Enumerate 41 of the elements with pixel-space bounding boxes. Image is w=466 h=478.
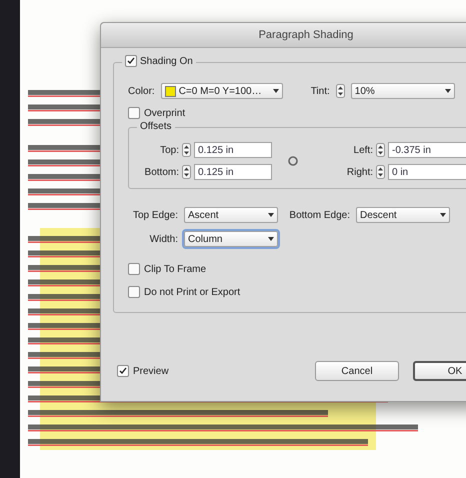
checkbox[interactable] — [128, 107, 140, 119]
width-dropdown[interactable]: Column — [184, 231, 278, 247]
checkbox-label: Do not Print or Export — [144, 286, 240, 298]
field-label: Width: — [148, 234, 178, 244]
bottom-edge-dropdown[interactable]: Descent — [356, 207, 450, 223]
checkbox-label: Shading On — [140, 56, 193, 66]
tint-dropdown[interactable]: 10% — [350, 83, 455, 99]
field-label: Color: — [128, 86, 155, 96]
group-title: Offsets — [137, 121, 174, 132]
field-label: Left: — [352, 144, 373, 156]
window-title: Paragraph Shading — [101, 23, 466, 48]
color-dropdown[interactable]: C=0 M=0 Y=100… — [160, 83, 283, 99]
caret-icon — [272, 89, 279, 93]
stepper-icon[interactable] — [182, 165, 191, 179]
stepper-icon[interactable] — [336, 84, 345, 98]
field-label: Top Edge: — [132, 210, 178, 220]
field-label: Top: — [159, 144, 179, 156]
ok-button[interactable]: OK — [413, 361, 466, 381]
top-edge-dropdown[interactable]: Ascent — [184, 207, 278, 223]
checkbox-label: Clip To Frame — [144, 264, 206, 274]
field-label: Bottom Edge: — [288, 210, 350, 220]
checkbox-label: Overprint — [144, 108, 186, 118]
field-label: Tint: — [310, 86, 330, 96]
offset-field[interactable]: -0.375 in — [388, 142, 466, 158]
offset-field[interactable]: 0.125 in — [194, 164, 272, 180]
offset-field[interactable]: 0.125 in — [194, 142, 272, 158]
field-label: Right: — [346, 166, 373, 178]
checkbox-label: Preview — [133, 366, 169, 376]
cancel-button[interactable]: Cancel — [315, 361, 399, 381]
stepper-icon[interactable] — [182, 143, 191, 157]
stepper-icon[interactable] — [376, 143, 385, 157]
offset-field[interactable]: 0 in — [388, 164, 466, 180]
checkbox[interactable] — [125, 55, 137, 67]
field-label: Bottom: — [144, 166, 179, 178]
caret-icon — [440, 213, 446, 217]
checkbox[interactable] — [128, 286, 140, 298]
checkbox[interactable] — [117, 365, 129, 377]
caret-icon — [268, 213, 274, 217]
stepper-icon[interactable] — [376, 165, 385, 179]
caret-icon — [444, 89, 451, 93]
checkbox[interactable] — [128, 263, 140, 275]
